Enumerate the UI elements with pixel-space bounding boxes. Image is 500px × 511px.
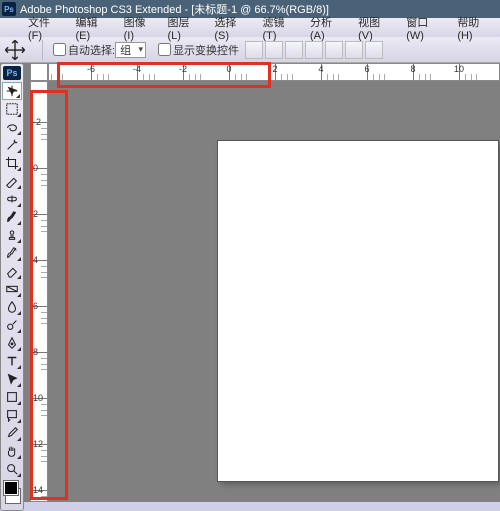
hand-tool[interactable] — [2, 442, 22, 460]
move-tool[interactable] — [2, 82, 22, 100]
dodge-tool[interactable] — [2, 316, 22, 334]
auto-select-combo[interactable]: 组 — [115, 42, 146, 58]
align-btn-5[interactable] — [325, 41, 343, 59]
menu-analysis[interactable]: 分析(A) — [304, 14, 352, 42]
crop-tool[interactable] — [2, 154, 22, 172]
gradient-tool[interactable] — [2, 280, 22, 298]
menu-select[interactable]: 选择(S) — [208, 14, 256, 42]
auto-select-value: 组 — [120, 42, 131, 58]
auto-select-label: 自动选择: — [68, 42, 115, 58]
healing-tool[interactable] — [2, 190, 22, 208]
menu-layer[interactable]: 图层(L) — [161, 14, 208, 42]
pen-tool[interactable] — [2, 334, 22, 352]
marquee-tool[interactable] — [2, 100, 22, 118]
menu-bar: 文件(F) 编辑(E) 图像(I) 图层(L) 选择(S) 滤镜(T) 分析(A… — [0, 18, 500, 37]
shape-tool[interactable] — [2, 388, 22, 406]
align-btn-6[interactable] — [345, 41, 363, 59]
eraser-tool[interactable] — [2, 262, 22, 280]
document-region: -8-6-4-202468101214161820 -2024681012141… — [30, 63, 500, 502]
align-btn-7[interactable] — [365, 41, 383, 59]
lasso-tool[interactable] — [2, 118, 22, 136]
ruler-origin[interactable] — [30, 63, 48, 81]
blur-tool[interactable] — [2, 298, 22, 316]
workspace: Ps -8-6-4-202468101214161820 -2024681012… — [0, 63, 500, 502]
eyedropper-tool[interactable] — [2, 424, 22, 442]
menu-filter[interactable]: 滤镜(T) — [257, 14, 304, 42]
ps-icon: Ps — [2, 2, 16, 16]
align-btn-1[interactable] — [245, 41, 263, 59]
align-btn-2[interactable] — [265, 41, 283, 59]
move-tool-icon — [4, 39, 26, 61]
stamp-tool[interactable] — [2, 226, 22, 244]
horizontal-ruler[interactable]: -8-6-4-202468101214161820 — [48, 63, 500, 81]
align-btn-4[interactable] — [305, 41, 323, 59]
show-transform-checkbox[interactable] — [158, 43, 171, 56]
zoom-tool[interactable] — [2, 460, 22, 478]
align-btn-3[interactable] — [285, 41, 303, 59]
auto-select-checkbox[interactable] — [53, 43, 66, 56]
menu-image[interactable]: 图像(I) — [118, 14, 162, 42]
canvas-area[interactable] — [48, 81, 500, 502]
separator — [42, 40, 43, 60]
history-brush-tool[interactable] — [2, 244, 22, 262]
type-tool[interactable] — [2, 352, 22, 370]
tool-palette: Ps — [0, 63, 24, 511]
wand-tool[interactable] — [2, 136, 22, 154]
menu-help[interactable]: 帮助(H) — [451, 14, 500, 42]
foreground-color-swatch[interactable] — [4, 481, 18, 495]
show-transform-label: 显示变换控件 — [173, 42, 239, 58]
menu-file[interactable]: 文件(F) — [22, 14, 69, 42]
menu-window[interactable]: 窗口(W) — [400, 14, 451, 42]
path-select-tool[interactable] — [2, 370, 22, 388]
menu-edit[interactable]: 编辑(E) — [69, 14, 117, 42]
document-canvas[interactable] — [218, 141, 498, 481]
color-swatches[interactable] — [3, 480, 21, 504]
palette-header-icon[interactable]: Ps — [3, 66, 21, 80]
vertical-ruler[interactable]: -2024681012141618 — [30, 81, 48, 502]
notes-tool[interactable] — [2, 406, 22, 424]
brush-tool[interactable] — [2, 208, 22, 226]
align-buttons — [245, 41, 383, 59]
menu-view[interactable]: 视图(V) — [352, 14, 400, 42]
slice-tool[interactable] — [2, 172, 22, 190]
